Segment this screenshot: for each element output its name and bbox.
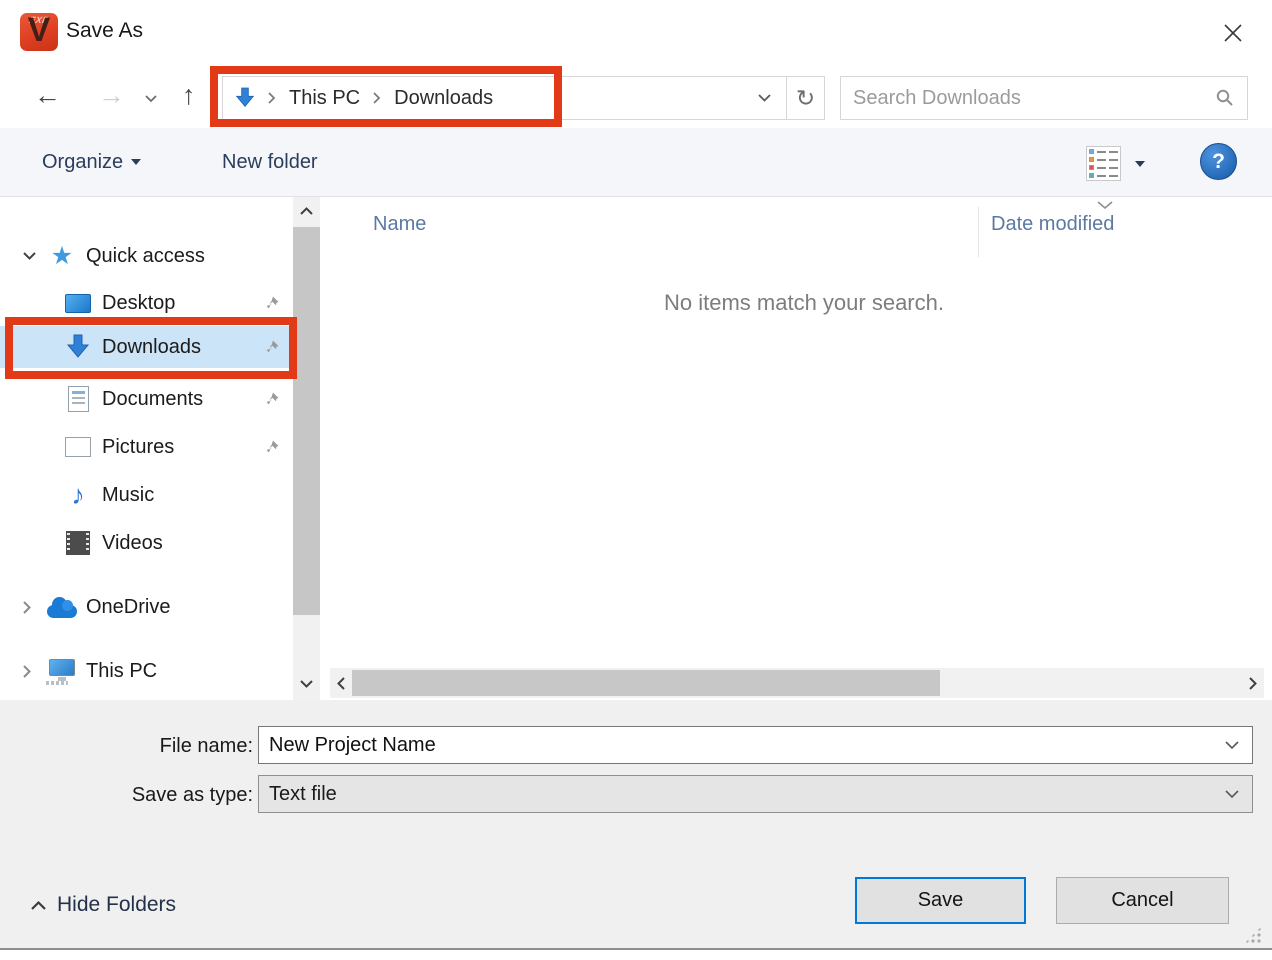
hide-folders-button[interactable]: Hide Folders [30,893,176,917]
question-mark-icon: ? [1212,150,1225,174]
scroll-right-button[interactable] [1242,668,1264,698]
help-button[interactable]: ? [1200,143,1237,180]
close-button[interactable] [1214,14,1252,52]
save-as-type-value: Text file [259,783,1224,806]
sidebar-item-label: Documents [102,388,203,411]
change-view-button[interactable] [1086,146,1145,181]
sidebar-item-videos[interactable]: Videos [0,526,292,560]
chevron-down-icon [757,93,772,103]
hide-folders-label: Hide Folders [57,893,176,917]
downloads-folder-icon [235,87,255,109]
scrollbar-thumb[interactable] [352,670,940,696]
document-icon [68,386,89,412]
sidebar-item-label: OneDrive [86,596,170,619]
sidebar-item-pictures[interactable]: Pictures [0,430,292,464]
resize-grip[interactable] [1244,926,1262,944]
sidebar-item-label: Quick access [86,245,205,268]
file-name-input[interactable] [259,734,1224,757]
breadcrumb-this-pc[interactable]: This PC [289,87,360,110]
pin-icon [264,391,280,407]
chevron-down-icon [131,159,141,165]
address-bar: This PC Downloads ↻ [222,76,825,120]
save-as-dialog: EXP V Save As ← → ↑ This PC Downloads [0,0,1272,960]
sidebar-item-documents[interactable]: Documents [0,382,292,416]
scroll-left-button[interactable] [330,668,352,698]
sidebar-item-onedrive[interactable]: OneDrive [0,590,292,624]
search-box [840,76,1248,120]
window-title: Save As [66,19,143,43]
app-logo-letter: V [28,13,51,49]
cloud-icon [47,605,77,618]
sidebar-item-downloads[interactable]: Downloads [0,326,292,368]
sidebar-item-label: Music [102,484,154,507]
back-button[interactable]: ← [34,82,61,109]
sidebar-item-label: Downloads [102,336,201,359]
expander-chevron-down-icon[interactable] [22,251,44,261]
horizontal-scrollbar[interactable] [330,668,1264,698]
pin-icon [264,339,280,355]
chevron-down-icon [144,94,158,104]
details-view-icon [1086,146,1121,181]
save-button[interactable]: Save [855,877,1026,924]
chevron-right-icon [267,91,277,105]
chevron-up-icon [30,900,47,911]
pin-icon [264,439,280,455]
save-as-type-select[interactable]: Text file [258,775,1253,813]
expander-chevron-right-icon[interactable] [22,600,44,615]
file-name-label: File name: [100,735,253,758]
new-folder-label: New folder [222,151,318,174]
app-logo-icon: EXP V [20,13,58,51]
computer-icon [49,659,75,676]
navigation-pane: ★ Quick access Desktop Downloads [0,197,292,700]
download-arrow-icon [66,334,90,360]
breadcrumb-downloads[interactable]: Downloads [394,87,493,110]
film-icon [66,531,90,555]
picture-icon [65,437,91,457]
file-list-pane: Name Date modified No items match your s… [330,197,1264,668]
save-as-type-label: Save as type: [100,784,253,807]
up-button[interactable]: ↑ [182,82,196,109]
save-controls-panel: File name: Save as type: Text file Hide … [0,700,1272,948]
organize-button[interactable]: Organize [42,128,141,196]
command-toolbar: Organize New folder [0,128,1272,197]
search-icon [1215,88,1235,108]
chevron-right-icon [372,91,382,105]
file-name-field [258,726,1253,764]
refresh-button[interactable]: ↻ [786,77,824,119]
scroll-down-button[interactable] [293,672,320,696]
pin-icon [264,295,280,311]
star-icon: ★ [51,244,73,269]
music-note-icon: ♪ [71,482,85,509]
recent-locations-button[interactable] [144,91,158,109]
expander-chevron-right-icon[interactable] [22,664,44,679]
window-bottom-border [0,948,1272,950]
sidebar-item-quick-access[interactable]: ★ Quick access [0,239,292,273]
column-header-name[interactable]: Name [373,213,426,236]
forward-button[interactable]: → [98,82,125,109]
sidebar-item-label: Videos [102,532,163,555]
empty-folder-message: No items match your search. [664,290,944,316]
desktop-icon [65,294,91,313]
search-input[interactable] [841,87,1215,110]
chevron-down-icon [1135,161,1145,167]
chevron-down-icon [1224,789,1240,799]
organize-label: Organize [42,151,123,174]
column-separator[interactable] [978,207,979,257]
breadcrumb: This PC Downloads [223,77,743,119]
sidebar-item-label: This PC [86,660,157,683]
chevron-down-icon[interactable] [1224,740,1240,750]
sidebar-item-label: Pictures [102,436,174,459]
address-dropdown-button[interactable] [743,77,786,119]
scrollbar-thumb[interactable] [293,227,320,615]
sidebar-item-this-pc[interactable]: This PC [0,654,292,688]
sidebar-item-label: Desktop [102,292,175,315]
new-folder-button[interactable]: New folder [222,128,318,196]
column-header-date-modified[interactable]: Date modified [991,213,1114,236]
sidebar-scrollbar[interactable] [293,197,320,700]
sidebar-item-desktop[interactable]: Desktop [0,286,292,320]
scroll-up-button[interactable] [293,199,320,223]
sidebar-item-music[interactable]: ♪ Music [0,478,292,512]
cancel-button[interactable]: Cancel [1056,877,1229,924]
close-icon [1221,21,1245,45]
